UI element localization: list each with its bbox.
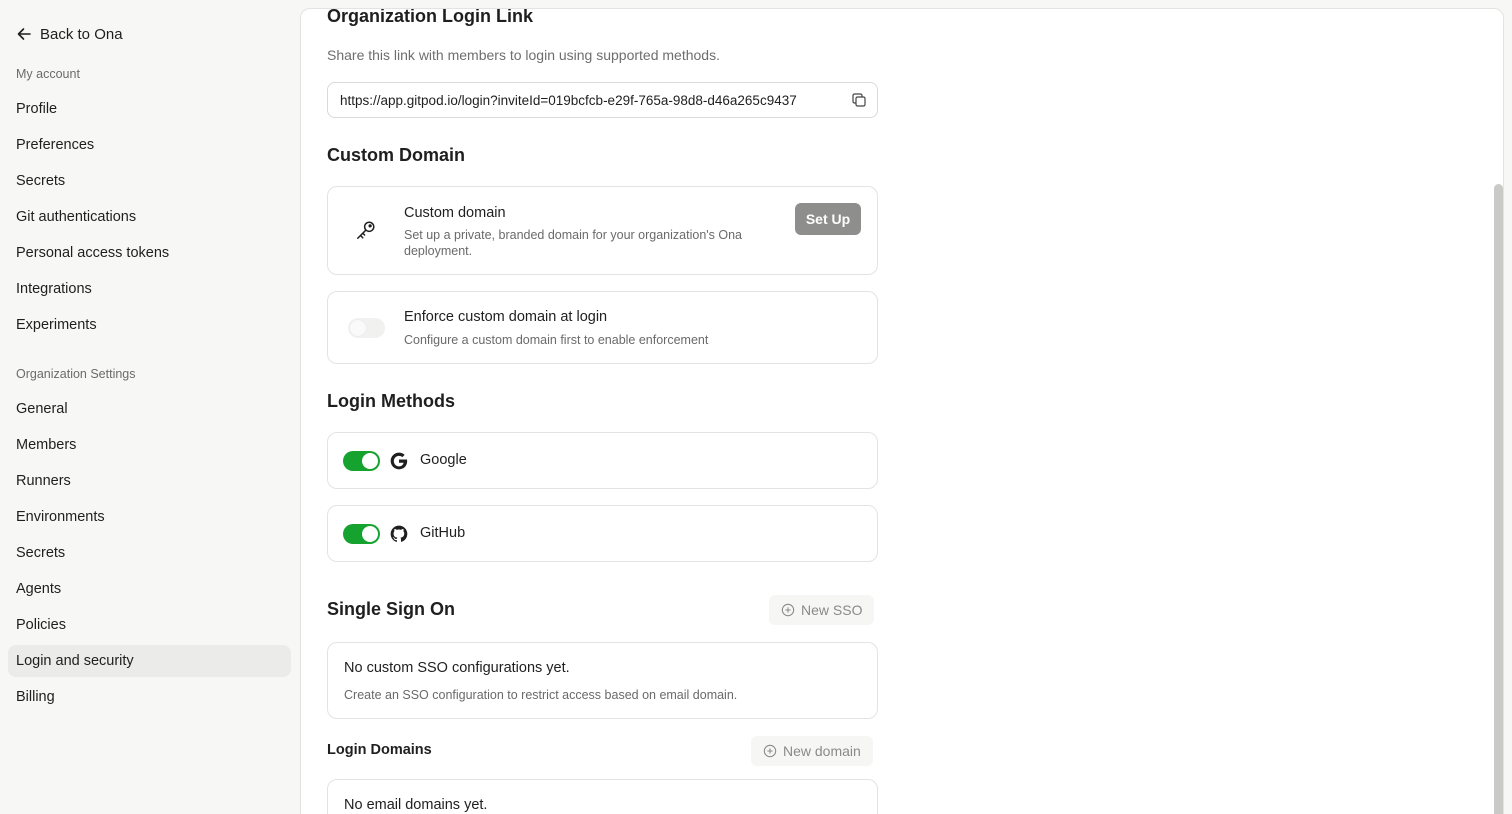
plus-circle-icon bbox=[781, 603, 795, 617]
sidebar-item-personal-access-tokens[interactable]: Personal access tokens bbox=[8, 237, 291, 269]
github-method-label: GitHub bbox=[420, 525, 466, 541]
custom-domain-card-title: Custom domain bbox=[404, 205, 506, 221]
sidebar-item-runners[interactable]: Runners bbox=[8, 465, 291, 497]
sidebar-item-policies[interactable]: Policies bbox=[8, 609, 291, 641]
org-login-link-field[interactable]: https://app.gitpod.io/login?inviteId=019… bbox=[327, 82, 878, 118]
back-label: Back to Ona bbox=[40, 25, 123, 43]
new-domain-button[interactable]: New domain bbox=[751, 736, 873, 766]
org-login-link-url: https://app.gitpod.io/login?inviteId=019… bbox=[340, 92, 797, 108]
plus-circle-icon bbox=[763, 744, 777, 758]
org-settings-section-label: Organization Settings bbox=[16, 367, 136, 381]
custom-domain-card-description: Set up a private, branded domain for you… bbox=[404, 228, 743, 258]
sidebar-item-billing[interactable]: Billing bbox=[8, 681, 291, 713]
login-method-google-card: Google bbox=[327, 432, 878, 489]
login-domains-heading: Login Domains bbox=[327, 742, 432, 758]
toggle-knob bbox=[362, 526, 378, 542]
sidebar-item-experiments[interactable]: Experiments bbox=[8, 309, 291, 341]
sso-heading: Single Sign On bbox=[327, 599, 456, 619]
my-account-section-label: My account bbox=[16, 67, 80, 81]
sidebar-item-members[interactable]: Members bbox=[8, 429, 291, 461]
new-sso-label: New SSO bbox=[801, 602, 863, 618]
custom-domain-heading: Custom Domain bbox=[327, 145, 466, 165]
enforce-domain-description: Configure a custom domain first to enabl… bbox=[404, 333, 709, 347]
org-login-link-description: Share this link with members to login us… bbox=[327, 47, 720, 63]
arrow-left-icon bbox=[17, 28, 31, 40]
sidebar-item-agents[interactable]: Agents bbox=[8, 573, 291, 605]
github-login-toggle[interactable] bbox=[343, 524, 380, 544]
new-sso-button[interactable]: New SSO bbox=[769, 595, 875, 625]
sidebar-item-environments[interactable]: Environments bbox=[8, 501, 291, 533]
toggle-knob bbox=[362, 453, 378, 469]
toggle-knob bbox=[350, 320, 366, 336]
login-method-github-card: GitHub bbox=[327, 505, 878, 562]
sidebar-item-git-authentications[interactable]: Git authentications bbox=[8, 201, 291, 233]
back-link[interactable]: Back to Ona bbox=[16, 24, 123, 44]
sidebar-item-preferences[interactable]: Preferences bbox=[8, 129, 291, 161]
enforce-domain-card: Enforce custom domain at login Configure… bbox=[327, 291, 878, 364]
google-icon bbox=[390, 452, 408, 470]
sidebar-item-account-secrets[interactable]: Secrets bbox=[8, 165, 291, 197]
settings-sidebar: Back to Ona My account Profile Preferenc… bbox=[0, 0, 300, 814]
sso-empty-description: Create an SSO configuration to restrict … bbox=[344, 688, 738, 702]
enforce-domain-title: Enforce custom domain at login bbox=[404, 309, 608, 325]
github-icon bbox=[390, 525, 408, 542]
key-icon bbox=[357, 221, 375, 239]
main-content-panel: Organization Login Link Share this link … bbox=[300, 8, 1504, 814]
sso-empty-card: No custom SSO configurations yet. Create… bbox=[327, 642, 878, 719]
google-login-toggle[interactable] bbox=[343, 451, 380, 471]
enforce-domain-toggle[interactable] bbox=[348, 318, 385, 338]
sidebar-item-login-and-security[interactable]: Login and security bbox=[8, 645, 291, 677]
login-domains-empty-title: No email domains yet. bbox=[344, 797, 488, 813]
new-domain-label: New domain bbox=[783, 743, 861, 759]
sidebar-item-integrations[interactable]: Integrations bbox=[8, 273, 291, 305]
org-login-link-title: Organization Login Link bbox=[327, 8, 533, 26]
sidebar-item-profile[interactable]: Profile bbox=[8, 93, 291, 125]
main-scrollbar[interactable] bbox=[1494, 184, 1503, 814]
sidebar-item-general[interactable]: General bbox=[8, 393, 291, 425]
copy-icon[interactable] bbox=[851, 92, 867, 108]
google-method-label: Google bbox=[420, 452, 467, 468]
custom-domain-card: Custom domain Set up a private, branded … bbox=[327, 186, 878, 275]
sso-empty-title: No custom SSO configurations yet. bbox=[344, 660, 570, 676]
login-methods-heading: Login Methods bbox=[327, 391, 455, 411]
sidebar-item-org-secrets[interactable]: Secrets bbox=[8, 537, 291, 569]
login-domains-empty-card: No email domains yet. bbox=[327, 779, 878, 814]
set-up-button[interactable]: Set Up bbox=[795, 203, 861, 235]
